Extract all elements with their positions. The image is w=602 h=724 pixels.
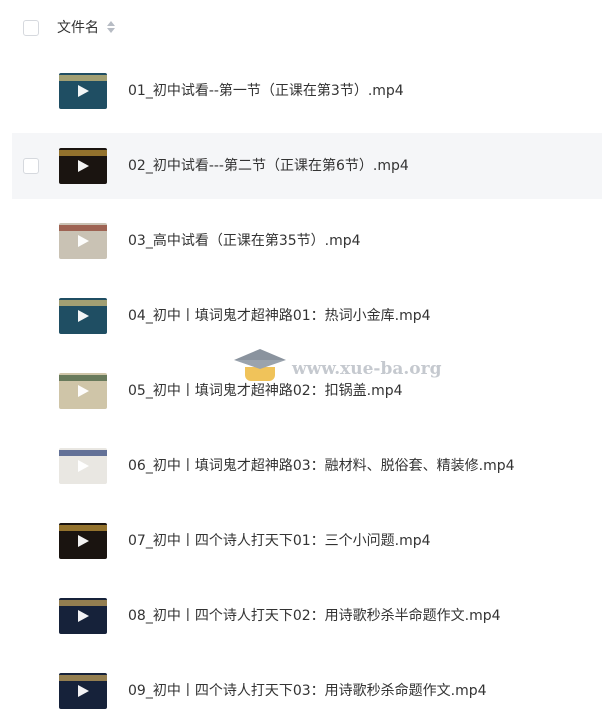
video-thumbnail[interactable] xyxy=(59,223,107,259)
graduation-cap-icon xyxy=(232,347,288,387)
play-icon xyxy=(78,610,89,622)
video-thumbnail[interactable] xyxy=(59,523,107,559)
file-row[interactable]: 07_初中丨四个诗人打天下01：三个小问题.mp4 xyxy=(12,508,602,574)
file-row[interactable]: 06_初中丨填词鬼才超神路03：融材料、脱俗套、精装修.mp4 xyxy=(12,433,602,499)
play-icon xyxy=(78,460,89,472)
file-list-header: 文件名 xyxy=(0,0,602,56)
file-name[interactable]: 02_初中试看---第二节（正课在第6节）.mp4 xyxy=(128,156,409,176)
video-thumbnail[interactable] xyxy=(59,148,107,184)
video-thumbnail[interactable] xyxy=(59,448,107,484)
file-name[interactable]: 09_初中丨四个诗人打天下03：用诗歌秒杀命题作文.mp4 xyxy=(128,681,487,701)
play-icon xyxy=(78,535,89,547)
file-row[interactable]: 04_初中丨填词鬼才超神路01：热词小金库.mp4 xyxy=(12,283,602,349)
play-icon xyxy=(78,685,89,697)
file-row[interactable]: 08_初中丨四个诗人打天下02：用诗歌秒杀半命题作文.mp4 xyxy=(12,583,602,649)
video-thumbnail[interactable] xyxy=(59,298,107,334)
play-icon xyxy=(78,385,89,397)
row-checkbox[interactable] xyxy=(23,158,39,174)
column-title-filename[interactable]: 文件名 xyxy=(57,18,99,38)
play-icon xyxy=(78,235,89,247)
video-thumbnail[interactable] xyxy=(59,598,107,634)
file-name[interactable]: 03_高中试看（正课在第35节）.mp4 xyxy=(128,231,361,251)
file-name[interactable]: 06_初中丨填词鬼才超神路03：融材料、脱俗套、精装修.mp4 xyxy=(128,456,515,476)
play-icon xyxy=(78,160,89,172)
sort-icon[interactable] xyxy=(107,21,115,35)
video-thumbnail[interactable] xyxy=(59,673,107,709)
file-row[interactable]: 01_初中试看--第一节（正课在第3节）.mp4 xyxy=(12,58,602,124)
watermark: www.xue-ba.org xyxy=(232,345,441,395)
play-icon xyxy=(78,310,89,322)
select-all-checkbox[interactable] xyxy=(23,20,39,36)
file-name[interactable]: 08_初中丨四个诗人打天下02：用诗歌秒杀半命题作文.mp4 xyxy=(128,606,501,626)
file-row[interactable]: 02_初中试看---第二节（正课在第6节）.mp4 xyxy=(12,133,602,199)
play-icon xyxy=(78,85,89,97)
video-thumbnail[interactable] xyxy=(59,73,107,109)
file-name[interactable]: 04_初中丨填词鬼才超神路01：热词小金库.mp4 xyxy=(128,306,431,326)
file-name[interactable]: 07_初中丨四个诗人打天下01：三个小问题.mp4 xyxy=(128,531,431,551)
file-row[interactable]: 09_初中丨四个诗人打天下03：用诗歌秒杀命题作文.mp4 xyxy=(12,658,602,724)
video-thumbnail[interactable] xyxy=(59,373,107,409)
file-row[interactable]: 03_高中试看（正课在第35节）.mp4 xyxy=(12,208,602,274)
watermark-text: www.xue-ba.org xyxy=(292,359,442,379)
file-name[interactable]: 01_初中试看--第一节（正课在第3节）.mp4 xyxy=(128,81,404,101)
